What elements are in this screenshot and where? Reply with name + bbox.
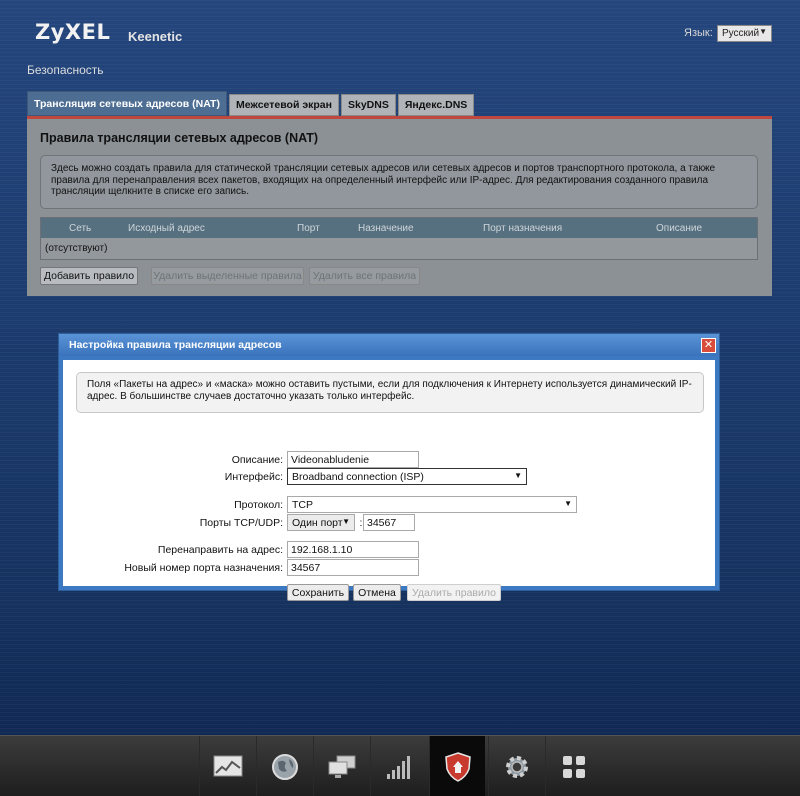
apps-grid-icon [562,755,585,778]
redirect-address-label: Перенаправить на адрес: [157,544,283,556]
description-field[interactable] [287,451,419,468]
dialog-info-box: Поля «Пакеты на адрес» и «маска» можно о… [76,372,704,413]
port-field[interactable] [363,514,415,531]
protocol-value: TCP [292,499,313,511]
dock-security-button[interactable] [429,736,485,796]
ports-mode-value: Один порт [292,517,343,529]
monitor-chart-icon [213,755,242,776]
dialog-body: Поля «Пакеты на адрес» и «маска» можно о… [63,360,715,601]
interface-select[interactable]: Broadband connection (ISP) ▼ [287,468,527,485]
interface-value: Broadband connection (ISP) [292,471,424,483]
bottom-dock [0,735,800,796]
save-button[interactable]: Сохранить [287,584,349,601]
close-icon[interactable]: ✕ [701,338,716,353]
redirect-address-field[interactable] [287,541,419,558]
cancel-button[interactable]: Отмена [353,584,401,601]
dialog-title: Настройка правила трансляции адресов [69,339,282,351]
dock-wifi-button[interactable] [370,736,426,796]
chevron-down-icon: ▼ [514,471,522,480]
dialog-titlebar[interactable]: Настройка правила трансляции адресов [59,334,719,356]
globe-icon [271,753,298,780]
network-computers-icon [328,755,355,778]
wifi-signal-bars-icon [386,755,410,779]
protocol-select[interactable]: TCP ▼ [287,496,577,513]
nat-rule-dialog: Настройка правила трансляции адресов ✕ П… [58,333,720,601]
security-shield-icon [444,751,471,782]
ports-mode-select[interactable]: Один порт ▼ [287,514,355,531]
description-label: Описание: [231,454,283,466]
gear-icon [505,755,528,778]
dest-port-field[interactable] [287,559,419,576]
delete-rule-button[interactable]: Удалить правило [407,584,501,601]
protocol-label: Протокол: [234,499,283,511]
chevron-down-icon: ▼ [564,499,572,508]
interface-label: Интерфейс: [224,471,283,483]
dock-home-network-button[interactable] [313,736,369,796]
dock-monitor-button[interactable] [199,736,255,796]
dock-system-button[interactable] [488,736,544,796]
chevron-down-icon: ▼ [342,517,350,526]
dock-apps-button[interactable] [545,736,601,796]
ports-label: Порты TCP/UDP: [199,517,283,529]
dest-port-label: Новый номер порта назначения: [124,562,283,574]
dock-internet-button[interactable] [256,736,312,796]
